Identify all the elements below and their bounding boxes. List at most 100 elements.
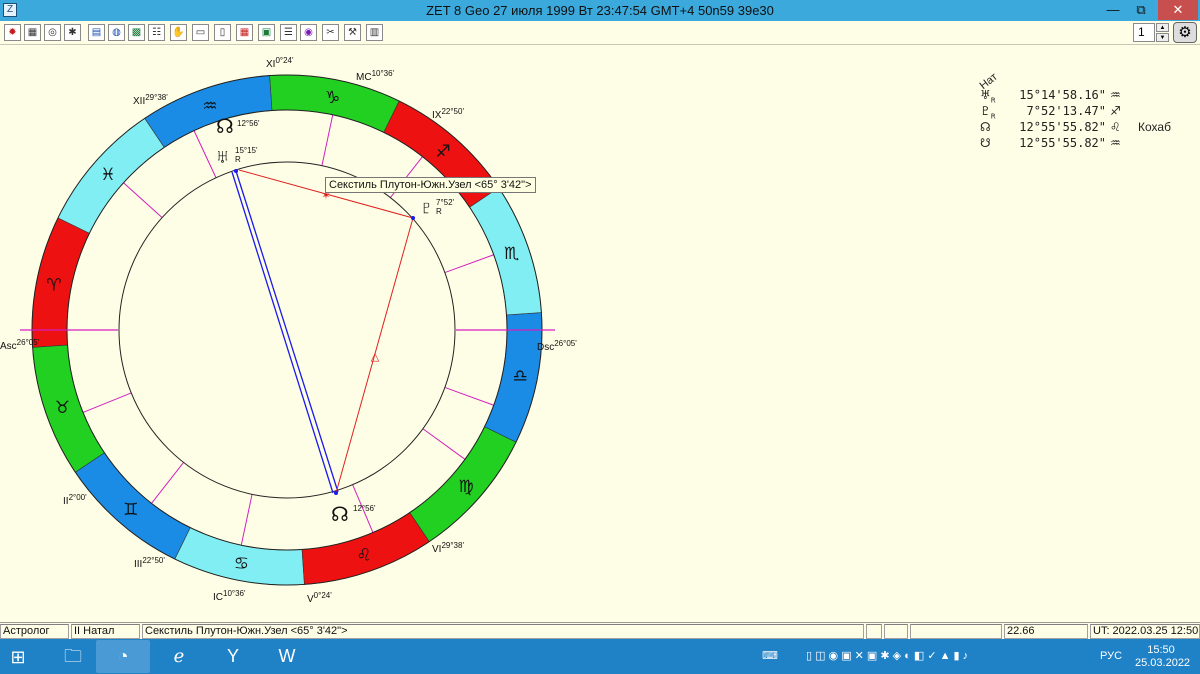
clock-date: 25.03.2022 (1135, 657, 1191, 669)
planet-row[interactable]: ♅R 15°14'58.16" ♒ (980, 88, 1128, 104)
status-ut: UT: 2022.03.25 12:50:35 (1090, 624, 1200, 639)
pluto-glyph[interactable]: ♇ (419, 197, 434, 219)
status-empty (910, 624, 1002, 639)
chart-icon[interactable]: ▥ (366, 24, 383, 41)
calendar-icon[interactable]: ▦ (236, 24, 253, 41)
sagittarius-icon: ♐ (1110, 104, 1121, 118)
settings-gear-icon[interactable]: ⚙ (1173, 22, 1197, 43)
settings-icon[interactable]: ✂ (322, 24, 339, 41)
sign-glyph: ♊ (123, 500, 138, 519)
south-node-glyph[interactable]: ☊ (331, 504, 349, 526)
status-empty (866, 624, 882, 639)
doc-icon[interactable]: ▯ (214, 24, 231, 41)
card-icon[interactable]: ▭ (192, 24, 209, 41)
tools-icon[interactable]: ⚒ (344, 24, 361, 41)
sign-glyph: ♋ (234, 554, 249, 573)
planet-row[interactable]: ☋ 12°55'55.82" ♒ (980, 136, 1128, 152)
spin-up-button[interactable]: ▲ (1156, 23, 1169, 32)
house-label-xii: XII29°38' (133, 93, 168, 107)
ic-label: IC10°36' (213, 589, 246, 603)
aspect-line-blue (231, 171, 334, 494)
spin-down-button[interactable]: ▼ (1156, 33, 1169, 42)
sliders-icon[interactable]: ☷ (148, 24, 165, 41)
word-icon[interactable]: W (260, 640, 314, 673)
status-aspect: Секстиль Плутон-Южн.Узел <65° 3'42"> (142, 624, 864, 639)
house-label-v: V0°24' (307, 591, 332, 605)
house-label-xi: XI0°24' (266, 56, 294, 70)
red-gear-icon[interactable]: ✹ (4, 24, 21, 41)
house-cusp-line (444, 254, 494, 274)
status-value: 22.66 (1004, 624, 1088, 639)
target-icon[interactable]: ◉ (300, 24, 317, 41)
chart-number-input[interactable]: 1 (1133, 23, 1155, 42)
planet-row[interactable]: ☊ 12°55'55.82" ♌ Кохаб (980, 120, 1171, 136)
aquarius-icon: ♒ (1110, 136, 1121, 150)
star-name: Кохаб (1138, 120, 1171, 134)
pluto-degree: 7°52' (436, 198, 455, 207)
title-bar: Z ZET 8 Geo 27 июля 1999 Вт 23:47:54 GMT… (0, 0, 1200, 21)
status-bar: Астролог II Натал Секстиль Плутон-Южн.Уз… (0, 622, 1200, 639)
status-empty (884, 624, 908, 639)
south-node-degree: 12°56' (353, 504, 376, 513)
north-node-glyph[interactable]: ☊ (216, 116, 234, 138)
minimize-button[interactable]: — (1100, 0, 1126, 20)
table-icon[interactable]: ▦ (24, 24, 41, 41)
status-chart: II Натал (71, 624, 140, 639)
pluto-point (411, 216, 415, 220)
sign-glyph: ♍ (458, 477, 473, 496)
uranus-degree: 15°15' (235, 146, 258, 155)
hand-icon[interactable]: ✋ (170, 24, 187, 41)
sign-glyph: ♒ (202, 96, 217, 115)
uranus-retro: R (235, 155, 241, 164)
house-label-ix: IX22°50' (432, 107, 464, 121)
node-point (334, 491, 338, 495)
toolbar: ✹ ▦ ◎ ✱ ▤ ◍ ▩ ☷ ✋ ▭ ▯ ▦ ▣ ☰ ◉ ✂ ⚒ ▥ (0, 21, 1200, 45)
taskbar: ⊞ 🗀 ◔ ℯ Y W ⌨ ▯ ◫ ◉ ▣ ✕ ▣ ✱ ◈ ◐ ◧ ✓ ▲ ▮ … (0, 639, 1200, 674)
trine-mark: △ (371, 351, 380, 363)
sign-glyph: ♑ (325, 88, 340, 107)
language-indicator[interactable]: РУС (1100, 649, 1122, 663)
planet-row[interactable]: ♇R 7°52'13.47" ♐ (980, 104, 1128, 120)
book-icon[interactable]: ▤ (88, 24, 105, 41)
wheel-icon[interactable]: ◎ (44, 24, 61, 41)
sign-glyph: ♈ (46, 275, 61, 294)
pluto-icon: ♇R (980, 104, 996, 121)
sign-glyph: ♉ (55, 398, 70, 417)
maximize-button[interactable]: ⧉ (1128, 0, 1154, 20)
north-node-degree: 12°56' (237, 119, 260, 128)
close-button[interactable]: ✕ (1158, 0, 1198, 20)
file-explorer-icon[interactable]: 🗀 (46, 640, 100, 673)
house-cusp-line (151, 462, 184, 504)
house-cusp-line (240, 494, 253, 546)
pluto-retro: R (436, 207, 442, 216)
status-role: Астролог (0, 624, 69, 639)
map-icon[interactable]: ▣ (258, 24, 275, 41)
zet-app-icon[interactable]: ◔ (96, 640, 150, 673)
star-icon[interactable]: ✱ (64, 24, 81, 41)
internet-explorer-icon[interactable]: ℯ (152, 640, 206, 673)
aspect-tooltip: Секстиль Плутон-Южн.Узел <65° 3'42"> (325, 177, 536, 193)
grid-icon[interactable]: ▩ (128, 24, 145, 41)
globe-icon[interactable]: ◍ (108, 24, 125, 41)
window-title: ZET 8 Geo 27 июля 1999 Вт 23:47:54 GMT+4… (426, 3, 774, 18)
dsc-label: Dsc26°05' (537, 339, 577, 353)
clock[interactable]: 15:50 25.03.2022 (1135, 644, 1191, 670)
sign-glyph: ♎ (512, 367, 527, 386)
uranus-icon: ♅R (980, 88, 996, 105)
sign-glyph: ♓ (100, 165, 115, 184)
aquarius-icon: ♒ (1110, 88, 1121, 102)
sign-glyph: ♏ (504, 244, 519, 263)
windows-start-icon[interactable]: ⊞ (6, 647, 30, 667)
yandex-browser-icon[interactable]: Y (206, 640, 260, 673)
aspect-line-blue (235, 170, 339, 493)
uranus-point (234, 169, 238, 173)
house-cusp-line (321, 114, 334, 166)
tray-icons[interactable]: ▯ ◫ ◉ ▣ ✕ ▣ ✱ ◈ ◐ ◧ ✓ ▲ ▮ ♪ (806, 649, 968, 663)
clock-time: 15:50 (1147, 644, 1175, 656)
list-icon[interactable]: ☰ (280, 24, 297, 41)
uranus-glyph[interactable]: ♅ (215, 146, 230, 168)
keyboard-icon[interactable]: ⌨ (762, 649, 778, 663)
north-node-icon: ☊ (980, 120, 991, 134)
sign-glyph: ♌ (356, 546, 371, 565)
house-label-vi: VI29°38' (432, 541, 464, 555)
